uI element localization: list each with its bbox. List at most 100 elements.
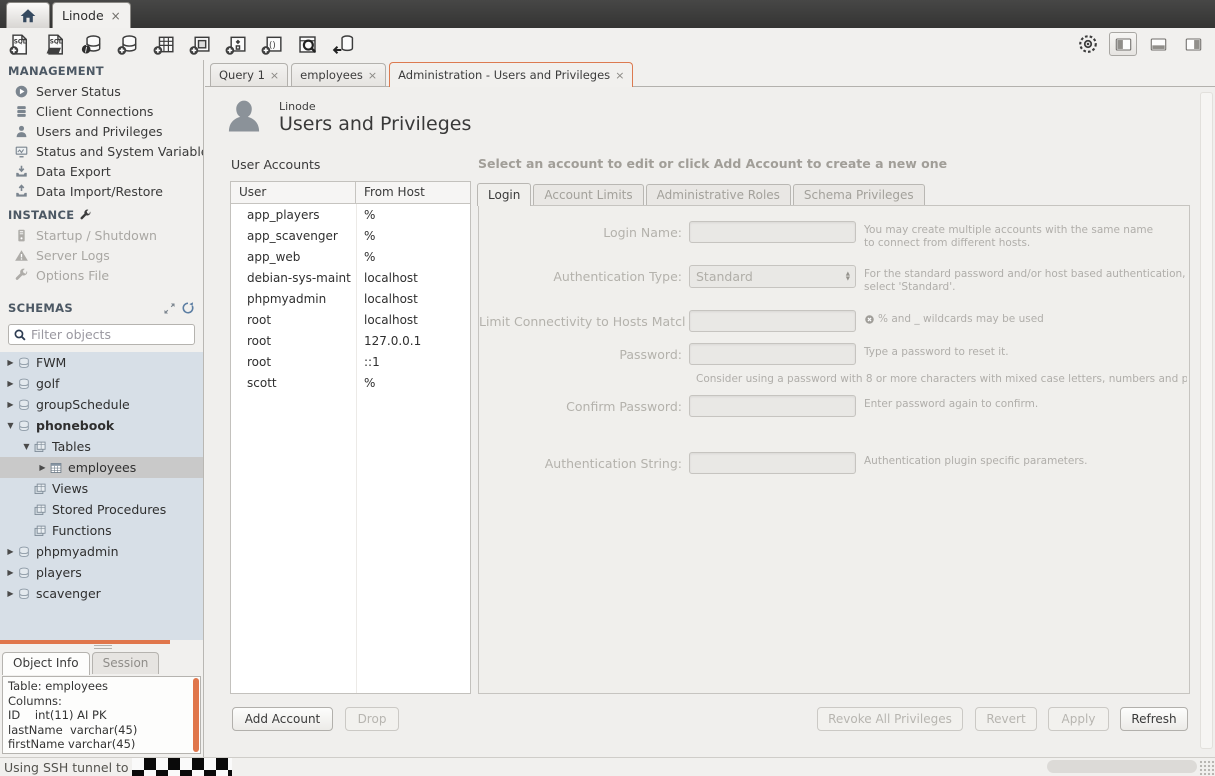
tree-item-golf[interactable]: ▶golf	[0, 373, 203, 394]
sidebar-item-client-connections[interactable]: Client Connections	[0, 101, 203, 121]
toggle-right-panel-button[interactable]	[1179, 32, 1207, 56]
account-row[interactable]: scott%	[231, 372, 470, 393]
drop-button[interactable]: Drop	[345, 707, 399, 731]
close-icon[interactable]: ×	[111, 9, 121, 23]
expander-icon[interactable]: ▶	[4, 568, 17, 577]
account-row[interactable]: phpmyadminlocalhost	[231, 288, 470, 309]
account-row[interactable]: root127.0.0.1	[231, 330, 470, 351]
close-icon[interactable]: ×	[615, 69, 624, 82]
expander-icon[interactable]: ▼	[4, 421, 17, 430]
window-resize-grip[interactable]	[1199, 760, 1214, 775]
editor-tab-query-1[interactable]: Query 1×	[210, 63, 288, 86]
tree-item-scavenger[interactable]: ▶scavenger	[0, 583, 203, 604]
editor-tab-administration-users-and-privileges[interactable]: Administration - Users and Privileges×	[389, 62, 633, 87]
horizontal-scroll-thumb[interactable]	[1047, 760, 1197, 773]
new-table-button[interactable]	[150, 31, 177, 58]
tree-item-stored-procedures[interactable]: Stored Procedures	[0, 499, 203, 520]
tree-item-fwm[interactable]: ▶FWM	[0, 352, 203, 373]
sidebar-item-data-import-restore[interactable]: Data Import/Restore	[0, 181, 203, 201]
sidebar-item-data-export[interactable]: Data Export	[0, 161, 203, 181]
object-info-scrollbar[interactable]	[193, 678, 199, 752]
open-inspector-button[interactable]: i	[78, 31, 105, 58]
home-tab[interactable]	[6, 2, 50, 28]
expand-panel-icon[interactable]	[163, 302, 176, 315]
new-view-button[interactable]	[186, 31, 213, 58]
sidebar-item-options-file[interactable]: Options File	[0, 265, 203, 285]
account-row[interactable]: root::1	[231, 351, 470, 372]
editor-tab-employees[interactable]: employees×	[291, 63, 386, 86]
tab-object-info[interactable]: Object Info	[2, 652, 90, 675]
password-input[interactable]	[689, 343, 856, 365]
expander-icon[interactable]: ▶	[4, 358, 17, 367]
reconnect-dbms-button[interactable]	[330, 31, 357, 58]
sidebar-item-server-logs[interactable]: Server Logs	[0, 245, 203, 265]
sidebar-item-server-status[interactable]: Server Status	[0, 81, 203, 101]
tab-administrative-roles[interactable]: Administrative Roles	[646, 184, 791, 205]
main-scrollbar[interactable]	[1200, 92, 1213, 749]
expander-icon[interactable]: ▶	[4, 589, 17, 598]
svg-text:SQL: SQL	[50, 39, 63, 45]
expander-icon[interactable]: ▶	[36, 463, 49, 472]
refresh-schemas-icon[interactable]	[181, 301, 195, 315]
expander-icon[interactable]: ▶	[4, 547, 17, 556]
splitter-grip[interactable]	[94, 645, 112, 651]
tree-item-phpmyadmin[interactable]: ▶phpmyadmin	[0, 541, 203, 562]
tree-item-employees[interactable]: ▶employees	[0, 457, 203, 478]
account-row[interactable]: app_web%	[231, 246, 470, 267]
sidebar-item-status-and-system-variables[interactable]: Status and System Variables	[0, 141, 203, 161]
toggle-left-sidebar-button[interactable]	[1109, 32, 1137, 56]
search-table-data-button[interactable]	[294, 31, 321, 58]
tree-item-views[interactable]: Views	[0, 478, 203, 499]
sidebar-item-users-and-privileges[interactable]: Users and Privileges	[0, 121, 203, 141]
sidebar-item-startup-shutdown[interactable]: Startup / Shutdown	[0, 225, 203, 245]
revoke-all-privileges-button[interactable]: Revoke All Privileges	[817, 707, 963, 731]
close-icon[interactable]: ×	[270, 69, 279, 82]
add-account-button[interactable]: Add Account	[232, 707, 333, 731]
form-row-password: Password:Type a password to reset it.	[479, 343, 1187, 365]
open-sql-script-icon: SQL	[44, 33, 67, 56]
column-header-user[interactable]: User	[231, 182, 356, 203]
tree-item-players[interactable]: ▶players	[0, 562, 203, 583]
tree-item-functions[interactable]: Functions	[0, 520, 203, 541]
field-help-text: You may create multiple accounts with th…	[864, 221, 1153, 250]
expander-icon[interactable]: ▶	[4, 379, 17, 388]
tab-login[interactable]: Login	[477, 183, 531, 206]
column-header-from-host[interactable]: From Host	[356, 182, 425, 203]
close-icon[interactable]: ×	[368, 69, 377, 82]
limit-connectivity-to-hosts-matcl-input[interactable]	[689, 310, 856, 332]
login-name-input[interactable]	[689, 221, 856, 243]
revert-button[interactable]: Revert	[975, 707, 1037, 731]
spinner-arrows-icon[interactable]: ▲▼	[846, 272, 855, 282]
account-row[interactable]: rootlocalhost	[231, 309, 470, 330]
new-function-button[interactable]: ()	[258, 31, 285, 58]
new-sql-tab-button[interactable]: SQL	[6, 31, 33, 58]
new-procedure-button[interactable]	[222, 31, 249, 58]
user-accounts-table: User From Host app_players%app_scavenger…	[230, 181, 471, 694]
open-sql-script-button[interactable]: SQL	[42, 31, 69, 58]
tree-item-tables[interactable]: ▼Tables	[0, 436, 203, 457]
authentication-type-select[interactable]: Standard▲▼	[689, 265, 856, 288]
tree-item-phonebook[interactable]: ▼phonebook	[0, 415, 203, 436]
authentication-string-input[interactable]	[689, 452, 856, 474]
filter-objects-input[interactable]	[31, 327, 191, 342]
expander-icon[interactable]: ▼	[20, 442, 33, 451]
sidebar-item-label: Server Status	[36, 84, 121, 99]
preferences-button[interactable]	[1074, 32, 1102, 56]
apply-button[interactable]: Apply	[1048, 707, 1109, 731]
tab-account-limits[interactable]: Account Limits	[533, 184, 643, 205]
splitter-highlight[interactable]	[0, 640, 170, 644]
connection-tab[interactable]: Linode ×	[52, 2, 131, 28]
open-inspector-icon: i	[80, 33, 103, 56]
tree-item-groupschedule[interactable]: ▶groupSchedule	[0, 394, 203, 415]
toggle-bottom-panel-button[interactable]	[1144, 32, 1172, 56]
expander-icon[interactable]: ▶	[4, 400, 17, 409]
form-row-login-name: Login Name:You may create multiple accou…	[479, 221, 1187, 250]
account-row[interactable]: app_scavenger%	[231, 225, 470, 246]
tab-session[interactable]: Session	[92, 652, 160, 674]
tab-schema-privileges[interactable]: Schema Privileges	[793, 184, 925, 205]
account-row[interactable]: debian-sys-maintlocalhost	[231, 267, 470, 288]
account-row[interactable]: app_players%	[231, 204, 470, 225]
new-schema-button[interactable]	[114, 31, 141, 58]
confirm-password-input[interactable]	[689, 395, 856, 417]
refresh-button[interactable]: Refresh	[1120, 707, 1188, 731]
